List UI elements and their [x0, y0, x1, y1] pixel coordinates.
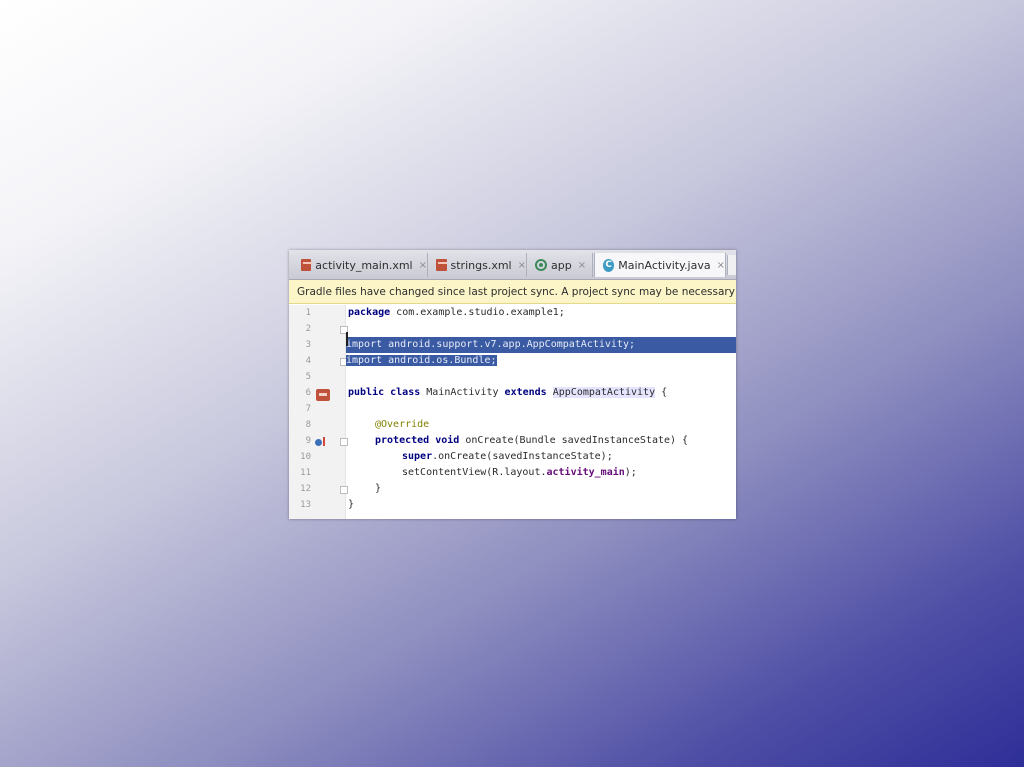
line-number: 7 — [305, 404, 311, 414]
gradle-sync-banner: Gradle files have changed since last pro… — [289, 280, 736, 304]
line-number: 4 — [305, 356, 311, 366]
code-line-3-selected: import android.support.v7.app.AppCompatA… — [346, 337, 736, 353]
code-line-6: public class MainActivity extends AppCom… — [348, 387, 668, 398]
line-number: 10 — [300, 452, 311, 462]
line-number: 2 — [305, 324, 311, 334]
code-line-8: @Override — [375, 419, 430, 430]
xml-file-icon — [301, 259, 313, 271]
banner-text: Gradle files have changed since last pro… — [297, 286, 736, 298]
close-icon[interactable]: × — [518, 260, 526, 271]
tab-activity-main-xml[interactable]: activity_main.xml × — [293, 253, 428, 277]
line-number: 9 — [305, 436, 311, 446]
line-number-gutter: 1 2 3 4 5 6 7 8 9 10 11 12 13 — [289, 305, 348, 519]
code-line-12: } — [375, 483, 382, 494]
text-cursor — [346, 332, 348, 346]
tab-strings-xml[interactable]: strings.xml × — [428, 253, 527, 277]
line-number: 3 — [305, 340, 311, 350]
xml-file-icon — [436, 259, 447, 271]
line-number: 5 — [305, 372, 311, 382]
close-icon[interactable]: × — [419, 260, 427, 271]
code-line-13: } — [348, 499, 355, 510]
code-editor[interactable]: package com.example.studio.example1; imp… — [346, 305, 736, 519]
line-number: 11 — [300, 468, 311, 478]
code-line-1: package com.example.studio.example1; — [348, 307, 565, 318]
code-line-4-selected: import android.os.Bundle; — [346, 355, 497, 366]
ide-window: activity_main.xml × strings.xml × app × … — [289, 250, 736, 519]
close-icon[interactable]: × — [578, 260, 586, 271]
code-line-10: super.onCreate(savedInstanceState); — [402, 451, 613, 462]
java-class-icon: C — [603, 258, 615, 272]
gradle-icon — [535, 259, 547, 271]
line-number: 6 — [305, 388, 311, 398]
editor-tab-bar: activity_main.xml × strings.xml × app × … — [289, 250, 736, 280]
override-gutter-icon[interactable] — [315, 437, 327, 448]
code-line-11: setContentView(R.layout.activity_main); — [402, 467, 637, 478]
tab-overflow — [727, 255, 736, 275]
class-gutter-icon[interactable] — [316, 389, 330, 401]
line-number: 12 — [300, 484, 311, 494]
line-number: 13 — [300, 500, 311, 510]
close-icon[interactable]: × — [717, 260, 725, 271]
tab-main-activity-java[interactable]: C MainActivity.java × — [594, 253, 726, 277]
code-line-9: protected void onCreate(Bundle savedInst… — [375, 435, 689, 446]
line-number: 8 — [305, 420, 311, 430]
tab-app[interactable]: app × — [527, 253, 593, 277]
line-number: 1 — [305, 308, 311, 318]
